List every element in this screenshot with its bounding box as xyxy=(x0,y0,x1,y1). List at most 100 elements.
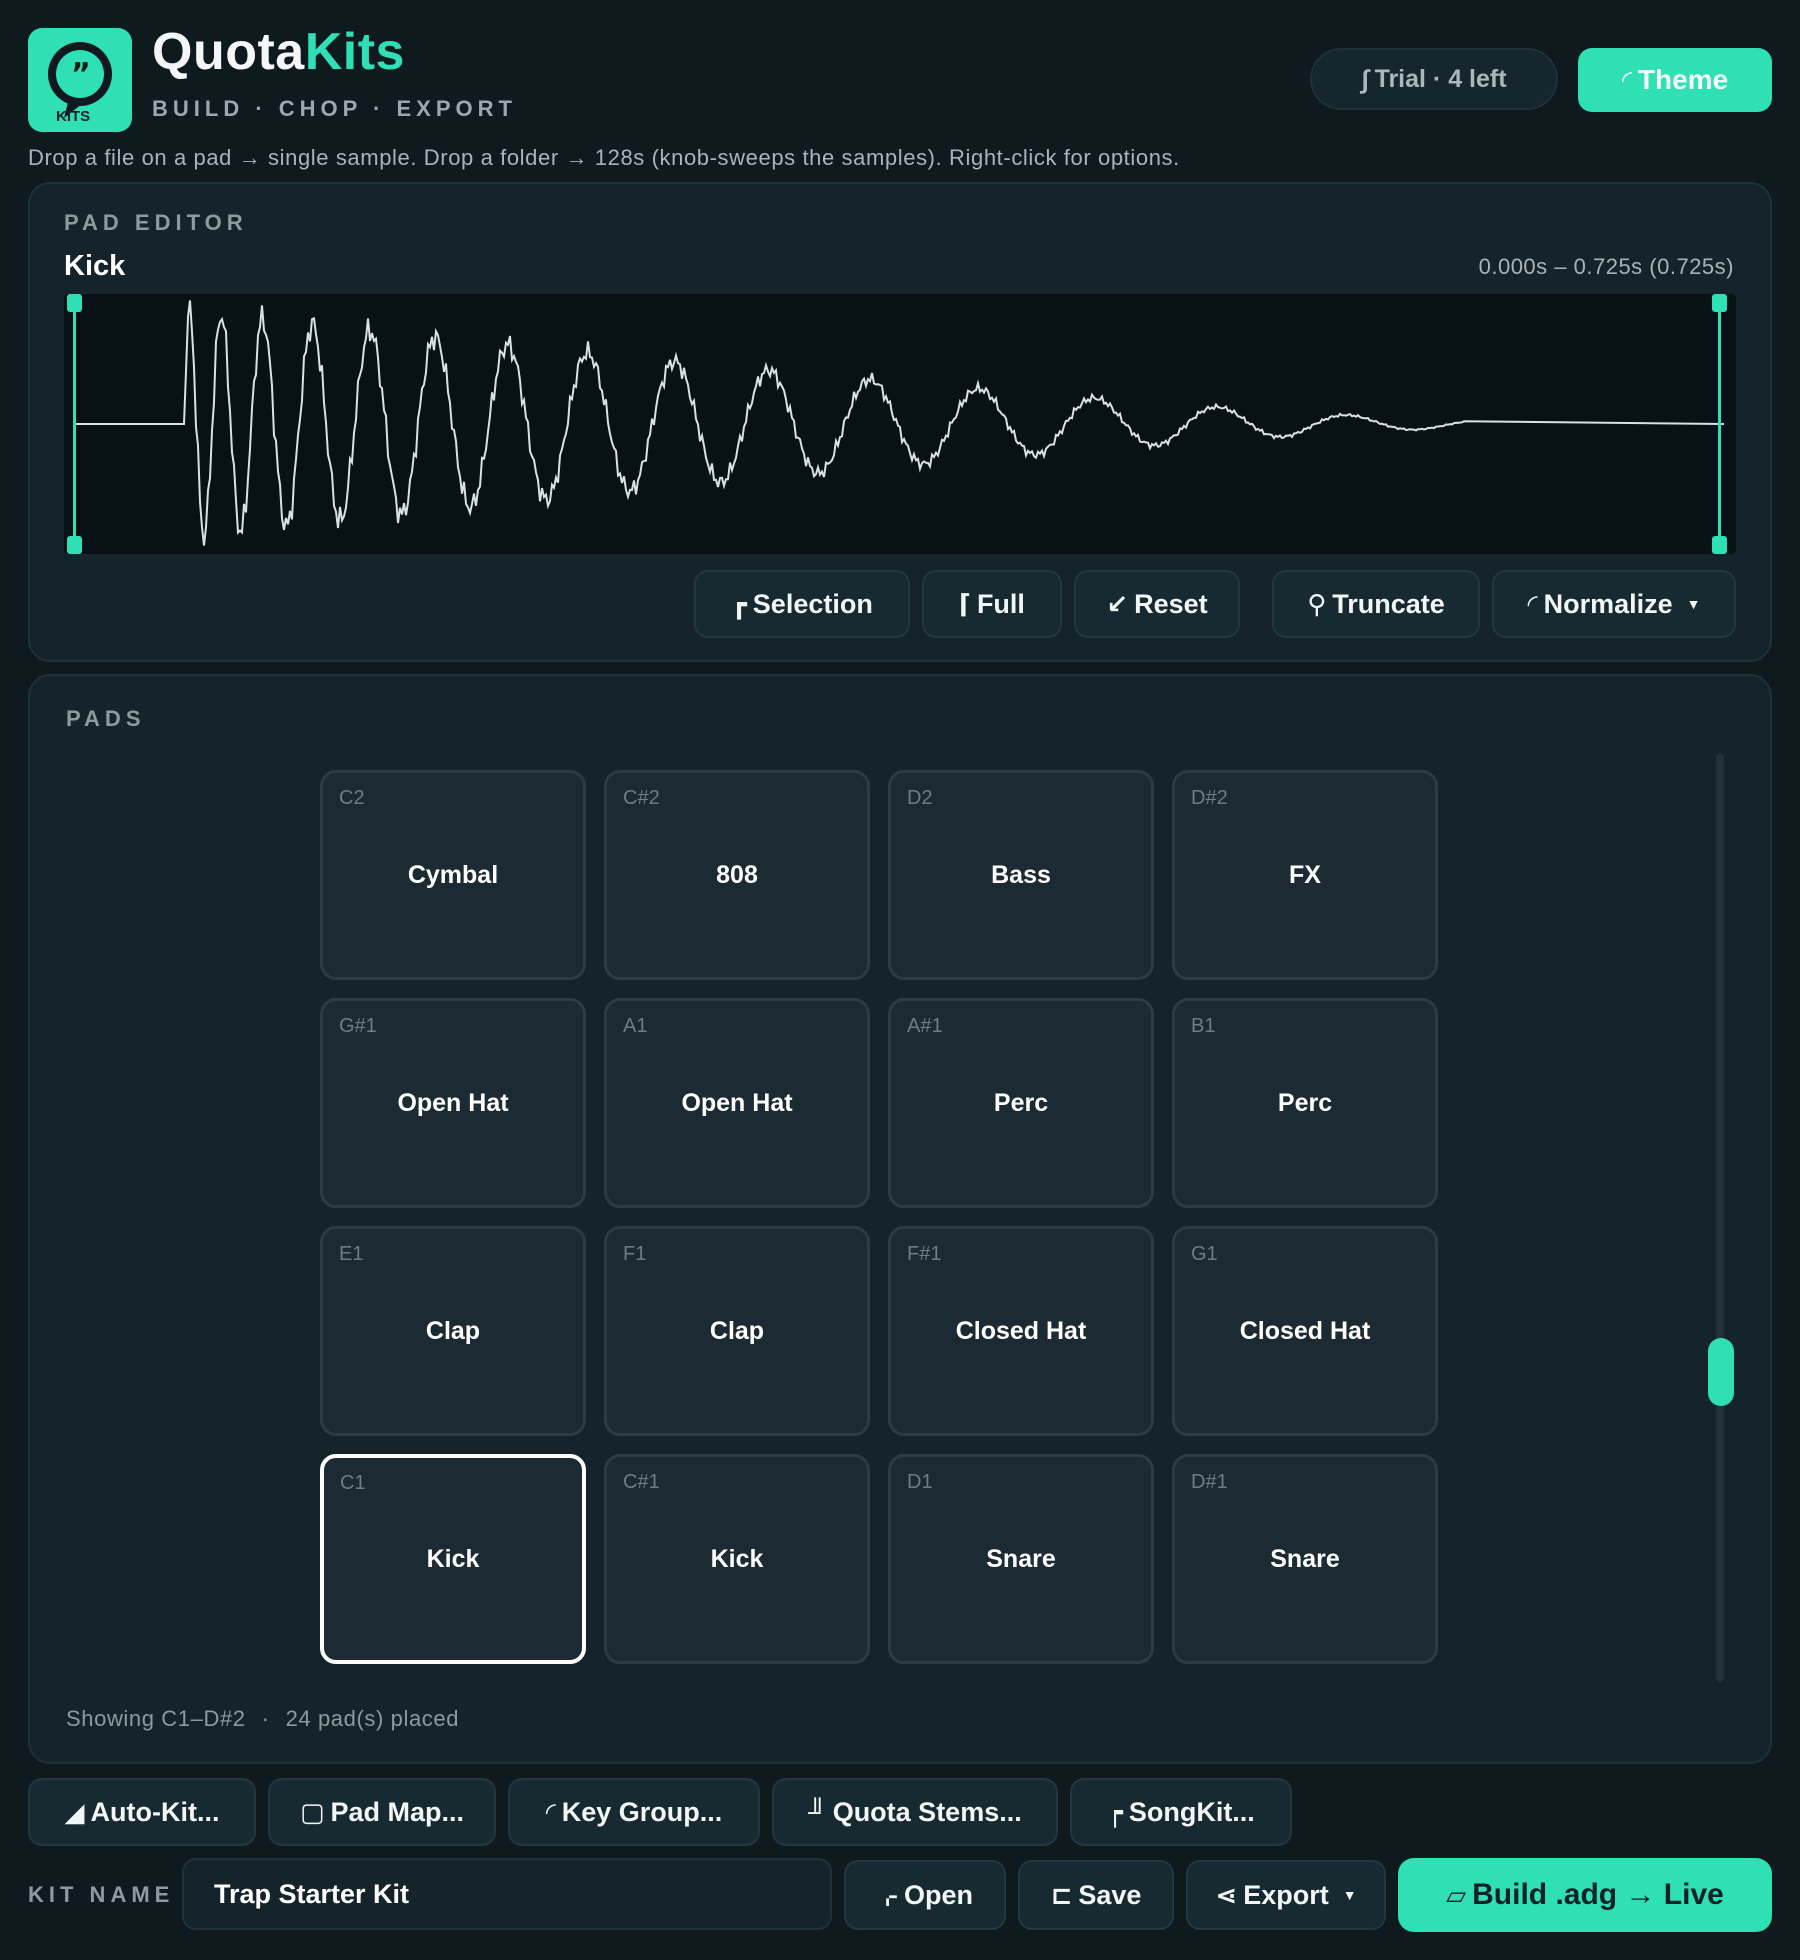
pads-heading: PADS xyxy=(66,706,146,731)
pad-map-label: Pad Map... xyxy=(330,1796,465,1827)
waveform-svg xyxy=(67,294,1727,554)
pad-map-button[interactable]: ▢ Pad Map... xyxy=(268,1778,496,1846)
trial-badge[interactable]: ∫ Trial · 4 left xyxy=(1310,48,1558,110)
pad[interactable]: D1 Snare xyxy=(888,1454,1154,1664)
pad[interactable]: D#1 Snare xyxy=(1172,1454,1438,1664)
flag-icon: ┍ xyxy=(1107,1797,1123,1827)
pad[interactable]: C1 Kick xyxy=(320,1454,586,1664)
key-group-button[interactable]: ◜ Key Group... xyxy=(508,1778,760,1846)
key-group-label: Key Group... xyxy=(561,1796,723,1827)
pads-scrollbar-thumb[interactable] xyxy=(1708,1338,1734,1406)
save-label: Save xyxy=(1078,1879,1142,1910)
songkit-button[interactable]: ┍ SongKit... xyxy=(1070,1778,1292,1846)
pad-name: Open Hat xyxy=(681,1088,793,1117)
curve-icon: ◜ xyxy=(1527,589,1538,619)
pad[interactable]: A1 Open Hat xyxy=(604,998,870,1208)
pads-scrollbar-track[interactable] xyxy=(1716,754,1724,1682)
kit-name-label: KIT NAME xyxy=(28,1882,175,1907)
pad[interactable]: C#1 Kick xyxy=(604,1454,870,1664)
pad[interactable]: G1 Closed Hat xyxy=(1172,1226,1438,1436)
songkit-label: SongKit... xyxy=(1128,1796,1255,1827)
pad-name: Closed Hat xyxy=(955,1316,1087,1345)
share-icon: ⋖ xyxy=(1215,1880,1238,1910)
logo-text: KITS xyxy=(56,108,91,125)
end-marker[interactable] xyxy=(1718,294,1721,554)
usage-hint: Drop a file on a pad → single sample. Dr… xyxy=(28,145,1180,170)
undo-icon: ↙ xyxy=(1106,589,1129,619)
start-handle-bottom[interactable] xyxy=(67,536,82,554)
pad-name: Snare xyxy=(986,1544,1056,1573)
pad-name: Clap xyxy=(709,1316,765,1345)
pad-name: Open Hat xyxy=(397,1088,509,1117)
svg-text:”: ” xyxy=(71,57,91,92)
pad[interactable]: C#2 808 xyxy=(604,770,870,980)
stems-icon: ╜ xyxy=(808,1797,827,1827)
start-marker[interactable] xyxy=(73,294,76,554)
quota-stems-label: Quota Stems... xyxy=(832,1796,1022,1827)
pad-name: Kick xyxy=(710,1544,764,1573)
theme-label: Theme xyxy=(1637,64,1729,95)
pad[interactable]: F1 Clap xyxy=(604,1226,870,1436)
pad-name: Cymbal xyxy=(407,860,499,889)
search-icon: ⚲ xyxy=(1307,589,1327,619)
pad[interactable]: C2 Cymbal xyxy=(320,770,586,980)
export-button[interactable]: ⋖ Export ▼ xyxy=(1186,1860,1386,1930)
pad-name: Perc xyxy=(993,1088,1049,1117)
tilde-icon: ∫ xyxy=(1361,64,1369,94)
corner-icon: ┏ xyxy=(731,589,747,619)
app-title-part1: Quota xyxy=(152,23,305,81)
start-handle-top[interactable] xyxy=(67,294,82,312)
end-handle-bottom[interactable] xyxy=(1712,536,1727,554)
pad[interactable]: A#1 Perc xyxy=(888,998,1154,1208)
reset-label: Reset xyxy=(1134,588,1208,619)
selection-button[interactable]: ┏ Selection xyxy=(694,570,910,638)
app-title: QuotaKits xyxy=(152,22,405,82)
end-handle-top[interactable] xyxy=(1712,294,1727,312)
normalize-button[interactable]: ◜ Normalize ▼ xyxy=(1492,570,1736,638)
pad-name: 808 xyxy=(716,860,758,889)
build-button[interactable]: ▱ Build .adg → Live xyxy=(1398,1858,1772,1932)
pad[interactable]: F#1 Closed Hat xyxy=(888,1226,1154,1436)
pad-name: Kick xyxy=(426,1544,480,1573)
pad[interactable]: E1 Clap xyxy=(320,1226,586,1436)
chevron-down-icon: ▼ xyxy=(1342,1887,1357,1903)
kit-name-input[interactable] xyxy=(182,1858,832,1930)
full-label: Full xyxy=(976,588,1025,619)
quota-stems-button[interactable]: ╜ Quota Stems... xyxy=(772,1778,1058,1846)
app-logo: ” KITS xyxy=(28,28,132,132)
truncate-button[interactable]: ⚲ Truncate xyxy=(1272,570,1480,638)
pad-name: Bass xyxy=(991,860,1051,889)
bracket-icon: ⌈ xyxy=(959,589,971,619)
sample-range: 0.000s – 0.725s (0.725s) xyxy=(1478,254,1734,279)
save-icon: ⊏ xyxy=(1050,1880,1073,1910)
auto-kit-button[interactable]: ◢ Auto-Kit... xyxy=(28,1778,256,1846)
build-icon: ▱ xyxy=(1446,1880,1467,1910)
pads-status: Showing C1–D#2 · 24 pad(s) placed xyxy=(66,1706,459,1732)
selection-label: Selection xyxy=(752,588,873,619)
app-tagline: BUILD · CHOP · EXPORT xyxy=(152,96,517,121)
waveform-view[interactable] xyxy=(64,294,1736,554)
palette-icon: ◜ xyxy=(1621,65,1632,95)
pad-name: Closed Hat xyxy=(1239,1316,1371,1345)
normalize-label: Normalize xyxy=(1543,588,1673,619)
save-button[interactable]: ⊏ Save xyxy=(1018,1860,1174,1930)
app-title-part2: Kits xyxy=(304,23,405,81)
pad-name: Snare xyxy=(1270,1544,1340,1573)
pad[interactable]: G#1 Open Hat xyxy=(320,998,586,1208)
pad-editor-heading: PAD EDITOR xyxy=(64,210,248,235)
full-button[interactable]: ⌈ Full xyxy=(922,570,1062,638)
pads-count-text: 24 pad(s) placed xyxy=(285,1706,460,1731)
sample-name: Kick xyxy=(64,250,126,282)
pad[interactable]: D#2 FX xyxy=(1172,770,1438,980)
status-separator: · xyxy=(261,1706,270,1731)
pad[interactable]: B1 Perc xyxy=(1172,998,1438,1208)
open-button[interactable]: ⌌ Open xyxy=(844,1860,1006,1930)
truncate-label: Truncate xyxy=(1332,588,1445,619)
waveform-path xyxy=(76,300,1725,546)
pad-name: FX xyxy=(1289,860,1321,889)
reset-button[interactable]: ↙ Reset xyxy=(1074,570,1240,638)
theme-button[interactable]: ◜ Theme xyxy=(1578,48,1772,112)
open-label: Open xyxy=(904,1879,974,1910)
square-icon: ▢ xyxy=(299,1797,325,1827)
pad[interactable]: D2 Bass xyxy=(888,770,1154,980)
